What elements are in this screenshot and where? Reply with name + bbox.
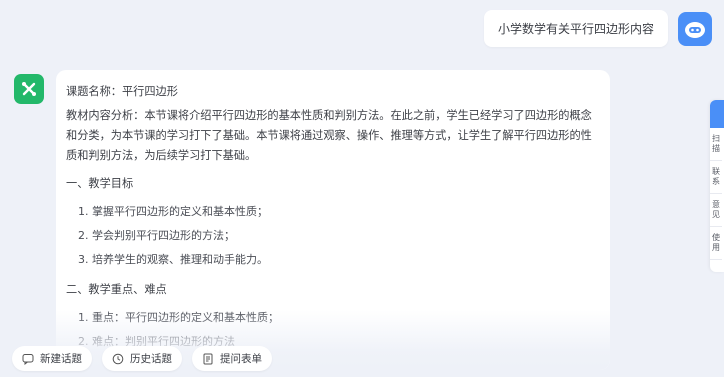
chat-bubble-icon bbox=[22, 353, 34, 365]
lesson-title: 课题名称：平行四边形 bbox=[66, 85, 178, 98]
bot-avatar bbox=[678, 11, 712, 46]
history-topic-label: 历史话题 bbox=[130, 353, 172, 365]
tools-icon bbox=[22, 82, 36, 96]
history-topic-button[interactable]: 历史话题 bbox=[102, 346, 182, 371]
clock-icon bbox=[112, 353, 124, 364]
new-topic-button[interactable]: 新建话题 bbox=[12, 346, 92, 371]
robot-icon bbox=[685, 21, 705, 38]
side-panel-item[interactable]: 扫 描 bbox=[710, 128, 722, 161]
ai-avatar bbox=[14, 74, 44, 104]
list-item: 1. 重点：平行四边形的定义和基本性质； bbox=[78, 311, 279, 324]
goals-list: 1. 掌握平行四边形的定义和基本性质； 2. 学会判别平行四边形的方法； 3. … bbox=[66, 200, 596, 272]
list-item: 1. 掌握平行四边形的定义和基本性质； bbox=[78, 205, 268, 218]
side-panel-item[interactable]: 联 系 bbox=[710, 161, 722, 194]
side-panel-header[interactable] bbox=[710, 100, 724, 128]
section-heading-key-points: 二、教学重点、难点 bbox=[66, 283, 167, 296]
user-message-bubble: 小学数学有关平行四边形内容 bbox=[483, 10, 668, 47]
new-topic-label: 新建话题 bbox=[40, 353, 82, 365]
question-form-label: 提问表单 bbox=[220, 353, 262, 365]
list-item: 3. 培养学生的观察、推理和动手能力。 bbox=[78, 253, 268, 266]
content-analysis: 教材内容分析：本节课将介绍平行四边形的基本性质和判别方法。在此之前，学生已经学习… bbox=[66, 109, 592, 162]
question-form-button[interactable]: 提问表单 bbox=[192, 346, 272, 371]
side-panel-item[interactable]: 使 用 bbox=[710, 227, 722, 260]
user-message-row: 小学数学有关平行四边形内容 bbox=[483, 10, 712, 47]
form-icon bbox=[203, 353, 213, 364]
list-item: 2. 学会判别平行四边形的方法； bbox=[78, 229, 235, 242]
side-floating-panel: 扫 描 联 系 意 见 使 用 bbox=[710, 100, 724, 272]
bottom-action-bar: 新建话题 历史话题 提问表单 bbox=[12, 346, 272, 371]
section-heading-goals: 一、教学目标 bbox=[66, 177, 134, 190]
side-panel-item[interactable]: 意 见 bbox=[710, 194, 722, 227]
ai-answer-card: 课题名称：平行四边形 教材内容分析：本节课将介绍平行四边形的基本性质和判别方法。… bbox=[56, 70, 610, 370]
